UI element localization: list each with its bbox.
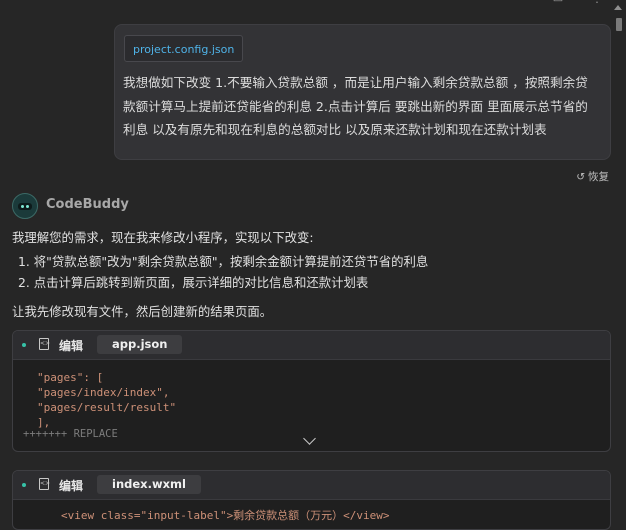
restore-icon: ↺ [576, 171, 585, 183]
code-line: "pages": [ [37, 371, 104, 384]
user-message-text: 我想做如下改变 1.不要输入贷款总额 ，而是让用户输入剩余贷款总额 ，按照剩余贷… [123, 71, 605, 142]
edited-filename[interactable]: index.wxml [97, 475, 201, 494]
restore-label: 恢复 [588, 171, 609, 183]
replace-marker: +++++++ REPLACE [23, 428, 118, 440]
assistant-followup: 让我先修改现有文件，然后创建新的结果页面。 [12, 304, 273, 319]
scroll-up-arrow[interactable] [614, 5, 622, 10]
user-message-bubble: project.config.json 我想做如下改变 1.不要输入贷款总额 ，… [114, 24, 611, 160]
code-line: "pages/result/result" [37, 401, 177, 414]
assistant-change-list: 1. 将"贷款总额"改为"剩余贷款总额"，按剩余金额计算提前还贷节省的利息 2.… [18, 251, 428, 293]
file-code-icon: <> [39, 478, 50, 490]
user-message-line: 款额计算马上提前还贷能省的利息 2.点击计算后 要跳出新的界面 里面展示总节省的 [123, 98, 588, 114]
list-item: 1. 将"贷款总额"改为"剩余贷款总额"，按剩余金额计算提前还贷节省的利息 [18, 254, 429, 269]
code-line: "pages/index/index", [37, 386, 170, 399]
code-line: ], [37, 416, 51, 429]
chevron-down-icon[interactable] [303, 432, 316, 445]
robot-face-icon [18, 203, 32, 210]
edit-card-header[interactable]: <> 编辑 index.wxml [13, 471, 610, 500]
code-block: "pages": [ "pages/index/index", "pages/r… [13, 360, 610, 430]
status-dot [22, 343, 26, 347]
robot-eye-left [21, 205, 24, 208]
status-dot [22, 483, 26, 487]
user-message-line: 我想做如下改变 1.不要输入贷款总额 ，而是让用户输入剩余贷款总额 ，按照剩余贷 [123, 75, 588, 90]
scrollbar-thumb[interactable] [616, 18, 622, 31]
restore-button[interactable]: ↺ 恢复 [576, 169, 609, 184]
codebuddy-avatar [12, 193, 38, 219]
user-message-line: 利息 以及有原先和现在利息的总额对比 以及原来还款计划和现在还款计划表 [123, 122, 547, 137]
edited-filename[interactable]: app.json [97, 335, 183, 354]
edit-card-app-json: <> 编辑 app.json "pages": [ "pages/index/i… [12, 330, 611, 452]
robot-eye-right [26, 205, 29, 208]
edit-action-label: 编辑 [59, 339, 84, 353]
edit-card-index-wxml: <> 编辑 index.wxml <view class="input-labe… [12, 470, 611, 530]
edit-card-header[interactable]: <> 编辑 app.json [13, 331, 610, 360]
top-toolbar: ▭ ⋮ [0, 0, 626, 8]
list-item: 2. 点击计算后跳转到新页面，展示详细的对比信息和还款计划表 [18, 275, 369, 290]
code-line: <view class="input-label">剩余贷款总额（万元）</vi… [61, 509, 390, 522]
assistant-name: CodeBuddy [46, 197, 129, 212]
panel-icon[interactable]: ▭ [552, 0, 564, 4]
edit-action-label: 编辑 [59, 479, 84, 493]
file-code-icon: <> [39, 338, 50, 350]
code-block: <view class="input-label">剩余贷款总额（万元）</vi… [13, 500, 610, 523]
more-icon[interactable]: ⋮ [591, 0, 603, 4]
assistant-intro: 我理解您的需求，现在我来修改小程序，实现以下改变: [12, 230, 314, 245]
attached-file-chip[interactable]: project.config.json [124, 35, 244, 62]
